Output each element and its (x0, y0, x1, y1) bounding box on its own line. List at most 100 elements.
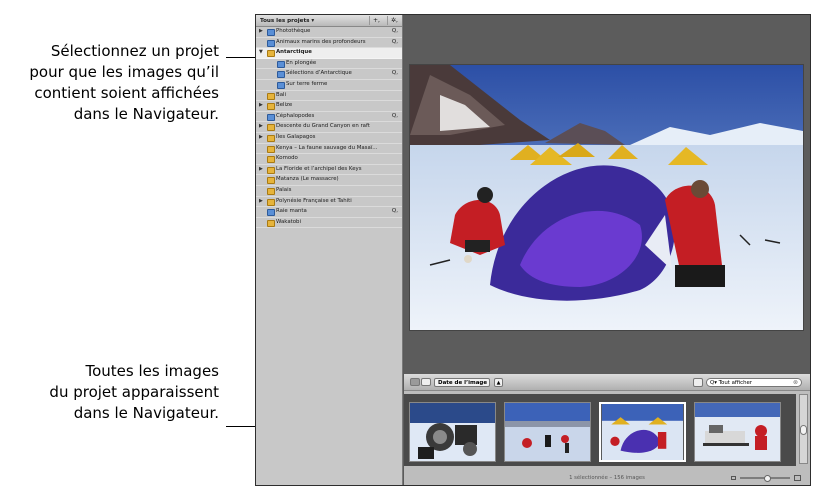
project-row[interactable]: ▶ Îles Galapagos (256, 133, 402, 144)
disclosure-triangle-icon[interactable]: ▶ (259, 165, 264, 175)
disclosure-triangle-icon[interactable]: ▶ (259, 122, 264, 132)
small-thumb-icon (731, 476, 736, 480)
project-label: Polynésie Française et Tahiti (276, 197, 352, 204)
viewer-pane (404, 15, 810, 374)
sort-popup[interactable]: Date de l’image (434, 378, 490, 387)
add-project-button[interactable]: +, (369, 16, 383, 25)
project-row[interactable]: ▶ Descente du Grand Canyon en raft (256, 122, 402, 133)
folder-icon (267, 198, 275, 206)
project-row[interactable]: ▶ Photothèque Q, (256, 27, 402, 38)
project-row[interactable]: Bali (256, 91, 402, 102)
thumbnail-2[interactable] (504, 402, 591, 462)
action-menu-button[interactable]: ✲, (387, 16, 401, 25)
project-row[interactable]: ▶ Belize (256, 101, 402, 112)
project-row[interactable]: Palais (256, 186, 402, 197)
project-label: Kenya – La faune sauvage du Masaï... (276, 144, 378, 151)
quick-preview-icon[interactable]: Q, (392, 38, 398, 48)
album-icon (267, 39, 275, 47)
project-row[interactable]: Sélections d’Antarctique Q, (256, 69, 402, 80)
search-field[interactable]: Q▾ Tout afficher ⊗ (706, 378, 802, 387)
callout-line: contient soient affichées (34, 84, 219, 102)
quick-preview-icon[interactable]: Q, (392, 27, 398, 37)
project-row[interactable]: Animaux marins des profondeurs Q, (256, 38, 402, 49)
folder-icon (267, 92, 275, 100)
project-label: Raie manta (276, 208, 307, 215)
projects-header: Tous les projets ▾ +, ✲, (256, 15, 402, 27)
project-row[interactable]: Matanza (Le massacre) (256, 175, 402, 186)
projects-title-popup[interactable]: Tous les projets ▾ (260, 18, 314, 24)
project-row[interactable]: Raie manta Q, (256, 207, 402, 218)
project-label: Belize (276, 102, 293, 109)
tent-thumb (601, 404, 684, 460)
project-row[interactable]: ▼ Antarctique (256, 48, 402, 59)
search-menu-icon[interactable]: Q▾ (710, 380, 717, 386)
slider-knob[interactable] (764, 475, 771, 482)
folder-icon (267, 177, 275, 185)
album-icon (277, 81, 285, 89)
project-label: Sélections d’Antarctique (286, 70, 352, 77)
project-tree: ▶ Photothèque Q, Animaux marins des profond… (256, 27, 402, 229)
disclosure-triangle-icon[interactable]: ▶ (259, 133, 264, 143)
callout-line: du projet apparaissent (49, 383, 219, 401)
project-label: Wakatobi (276, 218, 301, 225)
project-row[interactable]: ▶ La Floride et l’archipel des Keys (256, 165, 402, 176)
album-icon (267, 113, 275, 121)
project-row[interactable]: ▶ Polynésie Française et Tahiti (256, 197, 402, 208)
sort-direction-button[interactable]: ▲ (494, 378, 503, 387)
callout-line: pour que les images qu’il (29, 63, 219, 81)
main-photo[interactable] (409, 64, 804, 331)
project-label: La Floride et l’archipel des Keys (276, 165, 362, 172)
browser-scrollbar[interactable] (799, 394, 808, 464)
disclosure-triangle-icon[interactable]: ▶ (259, 101, 264, 111)
project-row[interactable]: Wakatobi (256, 218, 402, 229)
quick-preview-icon[interactable]: Q, (392, 69, 398, 79)
camera-gear-thumb (410, 403, 495, 461)
project-label: Antarctique (276, 49, 312, 56)
folder-icon (267, 124, 275, 132)
snow-field-thumb (505, 403, 590, 461)
thumbnail-1[interactable] (409, 402, 496, 462)
project-label: Photothèque (276, 28, 311, 34)
album-icon (277, 60, 285, 68)
project-row[interactable]: Sur terre ferme (256, 80, 402, 91)
project-row[interactable]: Komodo (256, 154, 402, 165)
photo-library-icon (267, 29, 275, 36)
list-view-button[interactable] (421, 378, 431, 386)
callout-line: Sélectionnez un projet (50, 42, 219, 60)
large-thumb-icon (794, 475, 801, 481)
project-row[interactable]: En plongée (256, 59, 402, 70)
quick-preview-icon[interactable]: Q, (392, 112, 398, 122)
album-icon (277, 71, 285, 79)
disclosure-triangle-icon[interactable]: ▶ (259, 197, 264, 207)
clear-search-icon[interactable]: ⊗ (793, 379, 798, 387)
grid-view-button[interactable] (410, 378, 420, 386)
callout-line: Toutes les images (85, 362, 219, 380)
callout-line: dans le Navigateur. (73, 404, 219, 422)
project-label: Descente du Grand Canyon en raft (276, 123, 370, 130)
folder-icon (267, 156, 275, 164)
callout-line: dans le Navigateur. (73, 105, 219, 123)
album-icon (267, 209, 275, 217)
project-label: Komodo (276, 155, 298, 162)
thumbnail-3-selected[interactable] (599, 402, 686, 462)
project-row[interactable]: Kenya – La faune sauvage du Masaï... (256, 144, 402, 155)
callout-select-project: Sélectionnez un projet pour que les imag… (29, 41, 219, 125)
scrollbar-knob[interactable] (800, 425, 807, 435)
folder-icon (267, 50, 275, 58)
folder-icon (267, 103, 275, 111)
disclosure-triangle-icon[interactable]: ▼ (259, 48, 264, 58)
project-row[interactable]: Céphalopodes Q, (256, 112, 402, 123)
filter-hud-icon[interactable] (693, 378, 703, 387)
folder-icon (267, 166, 275, 174)
project-label: Céphalopodes (276, 112, 315, 119)
project-label: Sur terre ferme (286, 80, 328, 87)
quick-preview-icon[interactable]: Q, (392, 207, 398, 217)
thumbnail-4[interactable] (694, 402, 781, 462)
project-label: Matanza (Le massacre) (276, 176, 339, 183)
disclosure-triangle-icon[interactable]: ▶ (259, 27, 264, 37)
folder-icon (267, 145, 275, 153)
folder-icon (267, 187, 275, 195)
project-label: Animaux marins des profondeurs (276, 38, 366, 45)
thumbnail-strip (404, 394, 796, 466)
browser-toolbar: Date de l’image ▲ Q▾ Tout afficher ⊗ (404, 374, 810, 391)
